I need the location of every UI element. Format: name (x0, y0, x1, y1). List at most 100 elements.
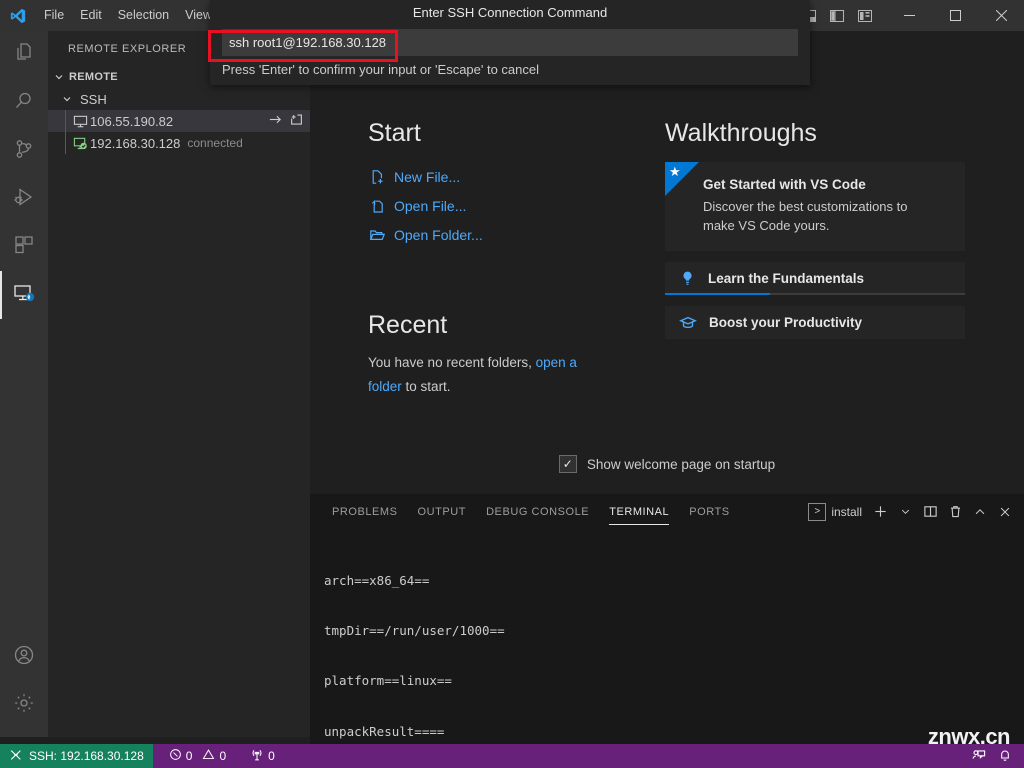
panel-actions: > install (804, 501, 1024, 523)
menu-bar: File Edit Selection View (36, 0, 220, 31)
activity-bar (0, 31, 48, 737)
sidebar-item-extensions[interactable] (0, 223, 48, 271)
show-welcome-checkbox[interactable]: ✓ (558, 455, 577, 473)
sidebar: REMOTE EXPLORER ⋯ REMOTE SSH (48, 31, 310, 737)
menu-item-edit[interactable]: Edit (72, 0, 110, 31)
recent-text-after: to start. (405, 379, 451, 394)
quick-input-row: ssh root1@192.168.30.128 (210, 25, 810, 56)
open-folder-link[interactable]: Open Folder... (368, 220, 665, 249)
vscode-logo-icon (0, 0, 36, 31)
ssh-command-input[interactable]: ssh root1@192.168.30.128 (222, 29, 798, 56)
maximize-panel-button[interactable] (969, 501, 991, 523)
status-remote-indicator[interactable]: SSH: 192.168.30.128 (0, 744, 153, 768)
status-bar: SSH: 192.168.30.128 0 0 0 (0, 744, 1024, 768)
chevron-down-icon (60, 94, 74, 104)
sidebar-item-explorer[interactable] (0, 31, 48, 79)
sidebar-item-remote-explorer[interactable] (0, 271, 48, 319)
status-ports[interactable]: 0 (244, 744, 281, 768)
tab-output[interactable]: OUTPUT (408, 494, 477, 529)
lightbulb-icon (679, 270, 696, 287)
sidebar-item-run-and-debug[interactable] (0, 175, 48, 223)
menu-item-file[interactable]: File (36, 0, 72, 31)
minimize-button[interactable] (886, 0, 932, 31)
close-panel-button[interactable] (994, 501, 1016, 523)
terminal-line: tmpDir==/run/user/1000== (324, 622, 505, 638)
table-row[interactable]: 106.55.190.82 (48, 110, 310, 132)
account-icon (12, 643, 36, 672)
maximize-button[interactable] (932, 0, 978, 31)
tab-problems[interactable]: PROBLEMS (322, 494, 408, 529)
new-file-icon (368, 169, 385, 185)
sidebar-item-search[interactable] (0, 79, 48, 127)
files-icon (12, 41, 36, 70)
walkthrough-row: Learn the Fundamentals (665, 262, 965, 295)
quick-input-widget: Enter SSH Connection Command ssh root1@1… (210, 0, 810, 85)
split-terminal-button[interactable] (919, 501, 941, 523)
section-label-remote: REMOTE (69, 71, 118, 83)
terminal-dropdown-button[interactable] (894, 501, 916, 523)
terminal-tab-label: install (831, 504, 862, 519)
recent-empty-text: You have no recent folders, open a folde… (368, 351, 598, 399)
status-port-count: 0 (268, 749, 275, 763)
recent-section: Recent You have no recent folders, open … (368, 311, 665, 399)
bottom-panel: PROBLEMS OUTPUT DEBUG CONSOLE TERMINAL P… (310, 494, 1024, 744)
walkthrough-progress-fill (665, 293, 770, 295)
status-warning-count: 0 (219, 749, 227, 763)
check-icon: ✓ (562, 457, 573, 471)
kill-terminal-button[interactable] (944, 501, 966, 523)
activity-bar-top (0, 31, 48, 633)
connect-in-current-window-icon[interactable] (268, 112, 283, 130)
welcome-left-column: Start New File... Open File... Open Fold… (310, 119, 665, 399)
terminal-chevron-icon: > (808, 502, 827, 521)
walkthrough-progress (665, 293, 965, 295)
manage-settings-button[interactable] (0, 681, 48, 729)
tree-item-label: 106.55.190.82 (90, 113, 174, 129)
star-icon: ★ (669, 164, 681, 179)
startup-checkbox-row[interactable]: ✓ Show welcome page on startup (310, 455, 1024, 473)
menu-item-selection[interactable]: Selection (110, 0, 177, 31)
walkthrough-card-fundamentals[interactable]: Learn the Fundamentals (665, 262, 965, 295)
table-row[interactable]: 192.168.30.128 connected (48, 132, 310, 154)
tree-item-label: 192.168.30.128 (90, 135, 181, 151)
quick-input-title: Enter SSH Connection Command (412, 5, 608, 20)
window-controls (886, 0, 1024, 31)
start-heading: Start (368, 119, 421, 147)
terminal-output[interactable]: arch==x86_64== tmpDir==/run/user/1000== … (310, 529, 1024, 744)
activity-bar-bottom (0, 633, 48, 737)
open-folder-label: Open Folder... (394, 226, 483, 243)
walkthrough-card-productivity[interactable]: Boost your Productivity (665, 306, 965, 339)
tree-indent-guide (65, 132, 66, 154)
quick-input-message: Press 'Enter' to confirm your input or '… (222, 62, 540, 77)
status-error-count: 0 (185, 749, 193, 763)
tab-ports[interactable]: PORTS (679, 494, 739, 529)
status-problems[interactable]: 0 0 (163, 744, 232, 768)
open-file-icon (368, 198, 385, 214)
layout-customize-icon[interactable] (852, 3, 878, 29)
welcome-page: Start New File... Open File... Open Fold… (310, 31, 1024, 399)
tree-item-description: connected (187, 136, 243, 150)
walkthrough-title: Boost your Productivity (709, 315, 863, 330)
walkthrough-title: Learn the Fundamentals (708, 271, 865, 286)
open-file-link[interactable]: Open File... (368, 191, 665, 220)
layout-sidebar-icon[interactable] (824, 3, 850, 29)
run-debug-icon (12, 185, 36, 214)
accounts-button[interactable] (0, 633, 48, 681)
walkthroughs-heading: Walkthroughs (665, 119, 817, 147)
tree-group-label-ssh: SSH (80, 91, 107, 107)
new-file-link[interactable]: New File... (368, 162, 665, 191)
recent-text-before: You have no recent folders, (368, 355, 532, 370)
close-button[interactable] (978, 0, 1024, 31)
welcome-right-column: Walkthroughs ★ Get Started with VS Code … (665, 119, 965, 399)
tab-debug-console[interactable]: DEBUG CONSOLE (476, 494, 599, 529)
tree-indent-guide (65, 110, 66, 132)
editor-area: Start New File... Open File... Open Fold… (310, 31, 1024, 494)
walkthrough-card-get-started[interactable]: ★ Get Started with VS Code Discover the … (665, 162, 965, 251)
tab-terminal[interactable]: TERMINAL (599, 494, 679, 529)
new-terminal-button[interactable] (869, 501, 891, 523)
error-circle-icon (169, 748, 182, 764)
sidebar-item-source-control[interactable] (0, 127, 48, 175)
new-file-label: New File... (394, 168, 461, 185)
terminal-tab[interactable]: > install (804, 502, 866, 521)
tree-group-ssh[interactable]: SSH (48, 88, 310, 110)
connect-in-new-window-icon[interactable] (289, 112, 304, 130)
